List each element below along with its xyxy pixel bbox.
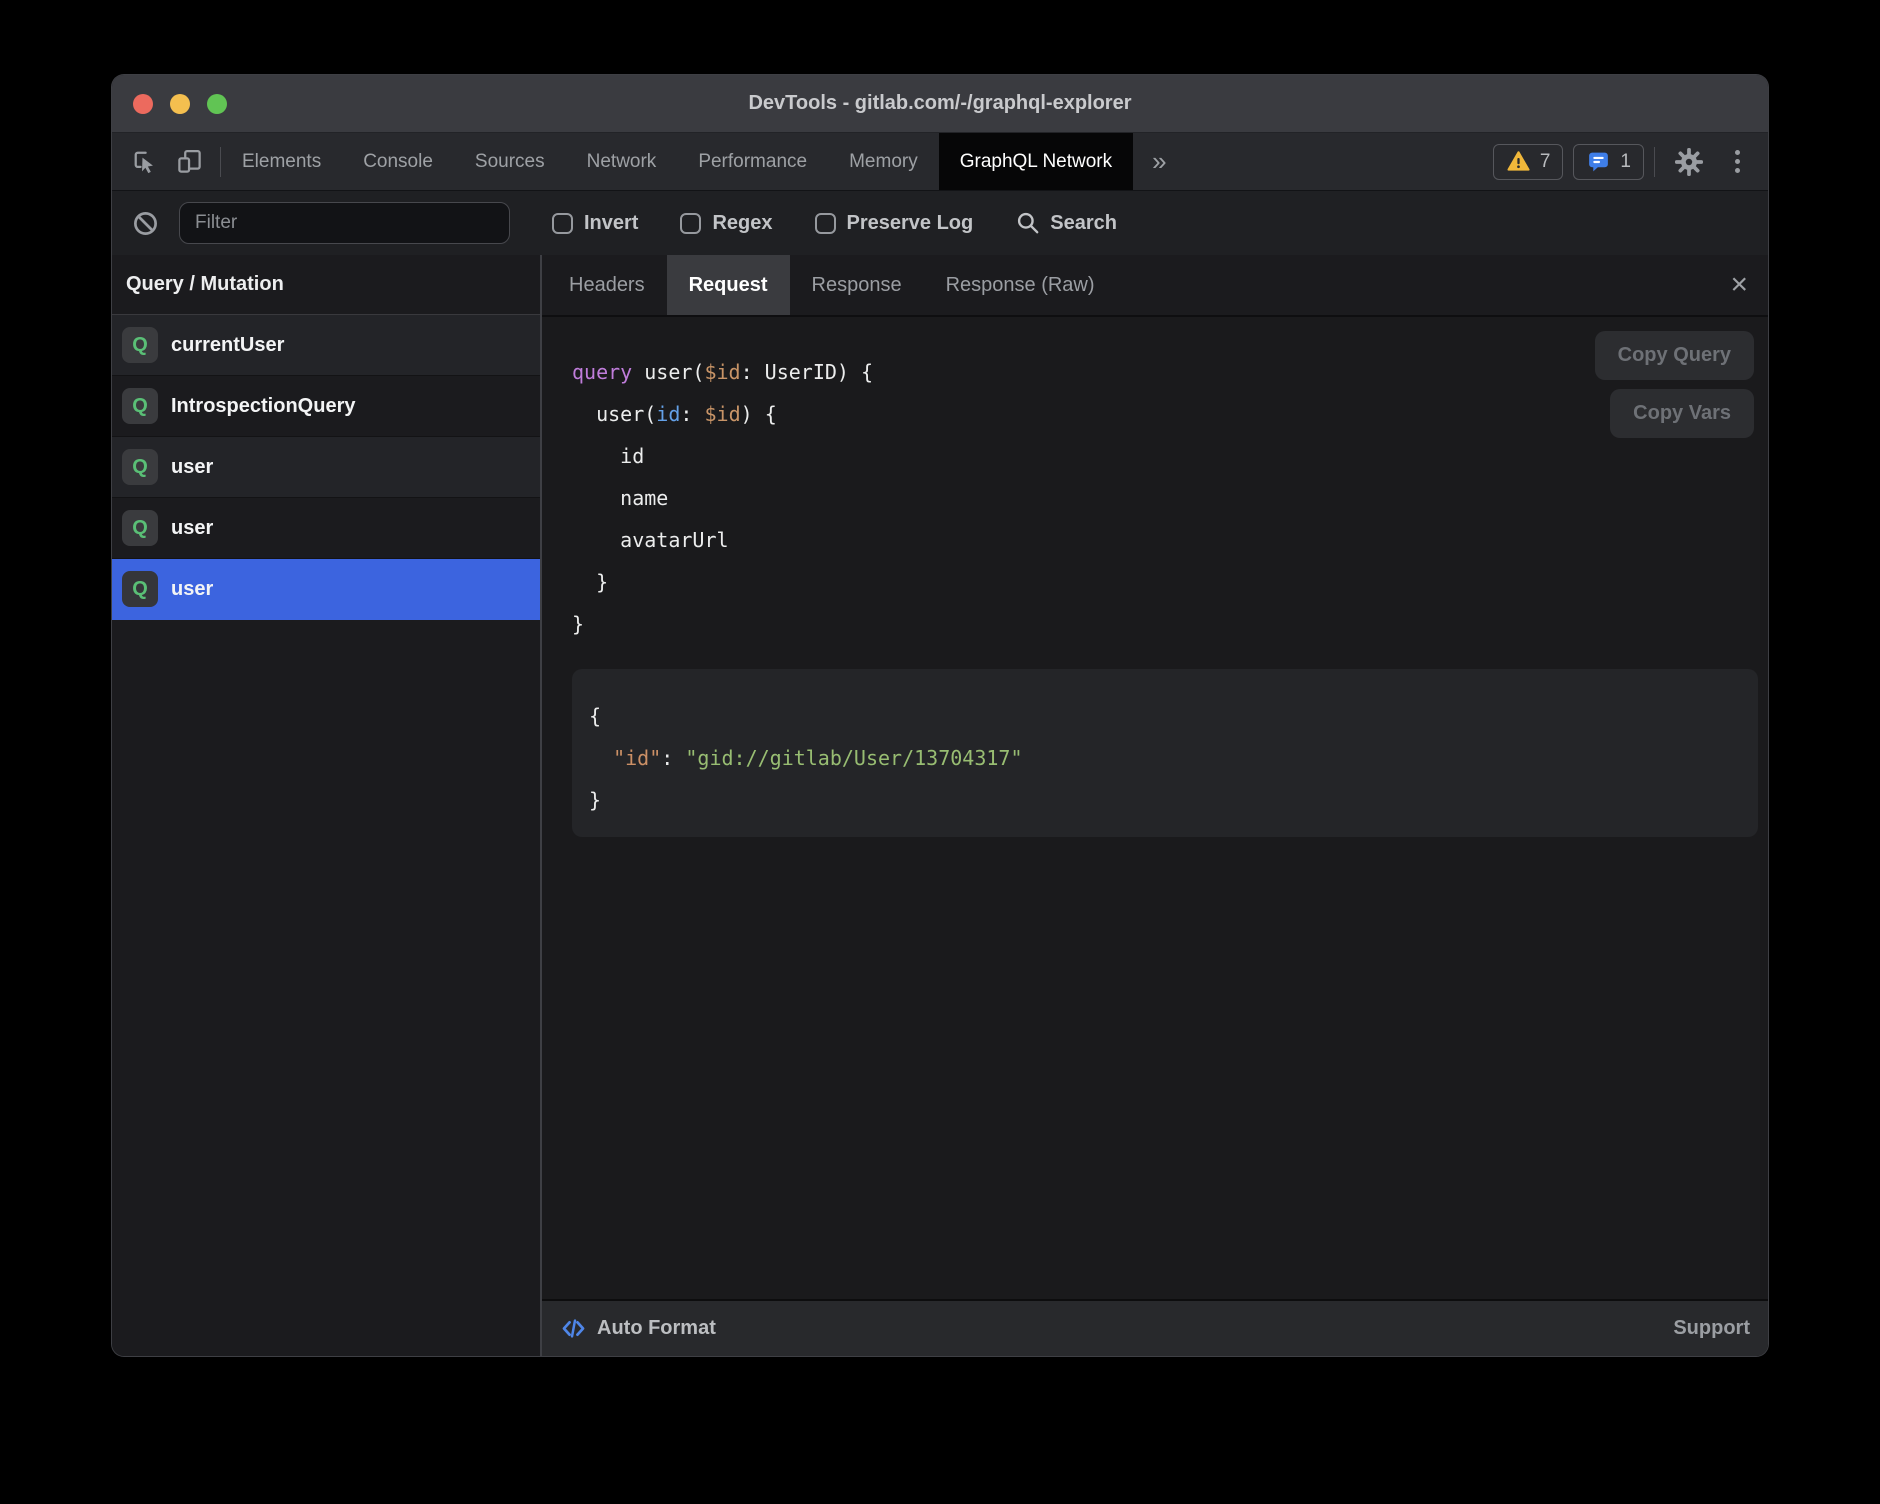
tabbar-right-cluster: 7 1 — [1493, 133, 1768, 190]
query-list-header: Query / Mutation — [112, 255, 540, 315]
device-toolbar-icon[interactable] — [176, 148, 203, 175]
preserve-log-checkbox[interactable] — [815, 213, 836, 234]
search-icon — [1015, 210, 1041, 236]
code-line: } — [572, 561, 1758, 603]
kebab-menu-icon[interactable] — [1723, 150, 1752, 173]
invert-checkbox[interactable] — [552, 213, 573, 234]
query-name: IntrospectionQuery — [171, 395, 355, 418]
regex-checkbox[interactable] — [680, 213, 701, 234]
query-name: currentUser — [171, 334, 284, 357]
query-list-item[interactable]: Q user — [112, 437, 540, 498]
badge-divider — [1654, 147, 1655, 177]
copy-query-button[interactable]: Copy Query — [1595, 331, 1754, 380]
settings-gear-icon[interactable] — [1665, 146, 1713, 178]
tab-network[interactable]: Network — [566, 133, 678, 190]
graphql-query-block: query user($id: UserID) { user(id: $id) … — [572, 351, 1758, 645]
query-list-item[interactable]: Q IntrospectionQuery — [112, 376, 540, 437]
variables-line: } — [589, 779, 1748, 821]
regex-checkbox-group: Regex — [680, 212, 772, 235]
message-icon — [1586, 149, 1611, 174]
query-type-badge: Q — [122, 449, 158, 485]
support-link[interactable]: Support — [1673, 1317, 1750, 1340]
query-list-panel: Query / Mutation Q currentUser Q Introsp… — [112, 255, 542, 1356]
clear-block-icon[interactable] — [126, 210, 165, 237]
variables-line: { — [589, 695, 1748, 737]
invert-label: Invert — [584, 212, 638, 235]
window-title: DevTools - gitlab.com/-/graphql-explorer — [112, 92, 1768, 115]
code-line: user(id: $id) { — [572, 393, 1758, 435]
variables-line: "id": "gid://gitlab/User/13704317" — [589, 737, 1748, 779]
tab-graphql-network[interactable]: GraphQL Network — [939, 133, 1133, 190]
minimize-window-button[interactable] — [170, 94, 190, 114]
code-line: query user($id: UserID) { — [572, 351, 1758, 393]
detail-footer-bar: Auto Format Support — [542, 1299, 1768, 1356]
code-format-icon — [560, 1315, 587, 1342]
zoom-window-button[interactable] — [207, 94, 227, 114]
query-list-item-selected[interactable]: Q user — [112, 559, 540, 620]
preserve-log-checkbox-group: Preserve Log — [815, 212, 974, 235]
tab-memory[interactable]: Memory — [828, 133, 939, 190]
code-line: } — [572, 603, 1758, 645]
devtools-tab-bar: Elements Console Sources Network Perform… — [112, 133, 1768, 190]
query-name: user — [171, 456, 213, 479]
messages-badge[interactable]: 1 — [1573, 144, 1644, 180]
main-split: Query / Mutation Q currentUser Q Introsp… — [112, 255, 1768, 1356]
code-line: name — [572, 477, 1758, 519]
invert-checkbox-group: Invert — [552, 212, 638, 235]
message-count: 1 — [1620, 151, 1631, 173]
toolbar-icons — [112, 133, 220, 190]
detail-tab-bar: Headers Request Response Response (Raw) … — [542, 255, 1768, 317]
warnings-badge[interactable]: 7 — [1493, 144, 1564, 180]
query-type-badge: Q — [122, 510, 158, 546]
warning-count: 7 — [1540, 151, 1551, 173]
tab-console[interactable]: Console — [342, 133, 454, 190]
inspect-element-icon[interactable] — [131, 148, 158, 175]
query-list-item[interactable]: Q currentUser — [112, 315, 540, 376]
tab-sources[interactable]: Sources — [454, 133, 566, 190]
filter-input[interactable] — [179, 202, 510, 244]
tab-headers[interactable]: Headers — [547, 255, 667, 315]
more-tabs-chevron-icon[interactable]: » — [1133, 133, 1185, 190]
close-detail-icon[interactable]: × — [1710, 255, 1768, 315]
regex-label: Regex — [712, 212, 772, 235]
devtools-window: DevTools - gitlab.com/-/graphql-explorer… — [112, 75, 1768, 1356]
code-line: id — [572, 435, 1758, 477]
search-control[interactable]: Search — [1015, 210, 1117, 236]
tab-request[interactable]: Request — [667, 255, 790, 315]
tab-elements[interactable]: Elements — [221, 133, 342, 190]
query-list-item[interactable]: Q user — [112, 498, 540, 559]
query-type-badge: Q — [122, 327, 158, 363]
warning-icon — [1506, 149, 1531, 174]
copy-buttons: Copy Query Copy Vars — [1595, 331, 1754, 438]
copy-vars-button[interactable]: Copy Vars — [1610, 389, 1754, 438]
request-content: query user($id: UserID) { user(id: $id) … — [542, 317, 1768, 1299]
query-type-badge: Q — [122, 388, 158, 424]
request-detail-panel: Headers Request Response Response (Raw) … — [542, 255, 1768, 1356]
close-window-button[interactable] — [133, 94, 153, 114]
tab-response[interactable]: Response — [790, 255, 924, 315]
query-variables-block: { "id": "gid://gitlab/User/13704317" } — [572, 669, 1758, 837]
tab-response-raw[interactable]: Response (Raw) — [924, 255, 1117, 315]
query-type-badge: Q — [122, 571, 158, 607]
query-name: user — [171, 578, 213, 601]
query-name: user — [171, 517, 213, 540]
auto-format-button[interactable]: Auto Format — [597, 1317, 716, 1340]
tab-performance[interactable]: Performance — [677, 133, 828, 190]
filter-bar: Invert Regex Preserve Log Search — [112, 190, 1768, 255]
traffic-lights — [112, 94, 227, 114]
search-label: Search — [1050, 212, 1117, 235]
preserve-log-label: Preserve Log — [847, 212, 974, 235]
code-line: avatarUrl — [572, 519, 1758, 561]
title-bar: DevTools - gitlab.com/-/graphql-explorer — [112, 75, 1768, 133]
